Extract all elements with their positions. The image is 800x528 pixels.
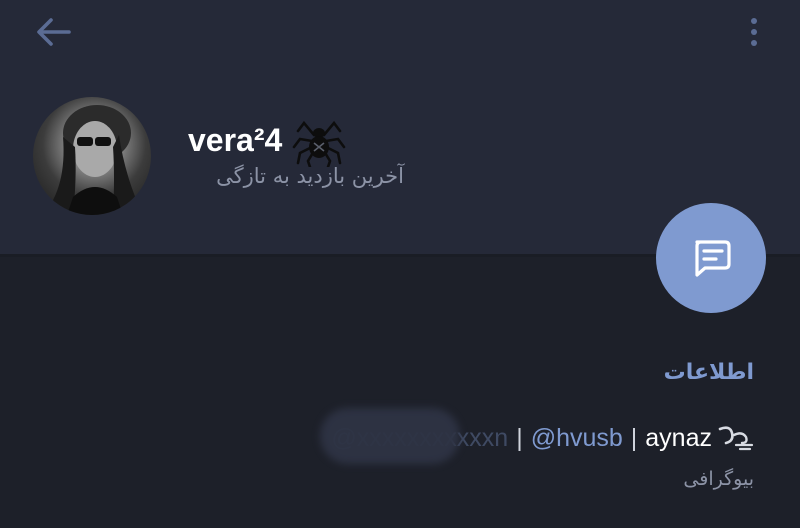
bio-separator: | bbox=[630, 423, 638, 452]
arrow-left-icon bbox=[37, 18, 71, 46]
bio-link-username[interactable]: @hvusb bbox=[531, 424, 623, 453]
bio-label: بیوگرافی bbox=[683, 468, 754, 490]
message-icon bbox=[695, 240, 731, 277]
spider-emoji-icon bbox=[292, 120, 346, 167]
wind-emoji-icon bbox=[718, 426, 754, 451]
menu-dot bbox=[751, 40, 757, 46]
bio-separator: | bbox=[516, 423, 523, 452]
last-seen-status: آخرین بازدید به تازگی bbox=[216, 164, 404, 188]
send-message-button[interactable] bbox=[656, 203, 766, 313]
more-menu-button[interactable] bbox=[740, 12, 768, 52]
back-button[interactable] bbox=[30, 12, 76, 52]
bio-name: aynaz bbox=[645, 423, 712, 452]
profile-name: vera²4 bbox=[188, 121, 283, 158]
info-section-title: اطلاعات bbox=[663, 360, 754, 385]
avatar[interactable] bbox=[33, 97, 151, 215]
menu-dot bbox=[751, 29, 757, 35]
redaction-blur bbox=[320, 408, 460, 464]
more-vertical-icon bbox=[751, 18, 757, 24]
profile-name-row: vera²4 bbox=[188, 112, 346, 168]
avatar-photo bbox=[43, 105, 143, 215]
